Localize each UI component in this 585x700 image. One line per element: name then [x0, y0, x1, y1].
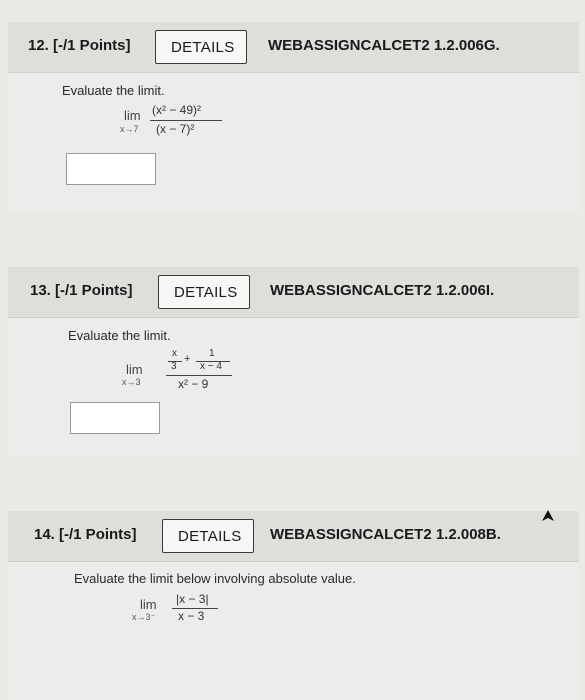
fraction-bar	[150, 120, 222, 121]
answer-input[interactable]	[70, 402, 160, 434]
inner-denominator-right: x − 4	[200, 361, 222, 372]
question-prompt: Evaluate the limit below involving absol…	[74, 571, 356, 586]
lim-label: lim	[140, 597, 157, 612]
inner-denominator-left: 3	[171, 361, 177, 372]
question-number: 12. [-/1 Points]	[28, 37, 131, 54]
question-body: Evaluate the limit. lim x→7 (x² − 49)² (…	[8, 73, 579, 212]
inner-numerator-left: x	[172, 348, 177, 359]
answer-input[interactable]	[66, 153, 156, 185]
question-number: 13. [-/1 Points]	[30, 282, 133, 299]
limit-expression: lim x→7 (x² − 49)² (x − 7)²	[118, 103, 238, 145]
lim-label: lim	[126, 362, 143, 377]
question-header: 13. [-/1 Points] DETAILS WEBASSIGNCALCET…	[8, 267, 579, 318]
fraction-denominator: x − 3	[178, 609, 205, 623]
question-prompt: Evaluate the limit.	[68, 328, 171, 343]
fraction-numerator: |x − 3|	[176, 592, 209, 606]
question-body: Evaluate the limit below involving absol…	[8, 562, 579, 700]
plus-sign: +	[184, 353, 191, 365]
inner-numerator-right: 1	[209, 348, 215, 359]
question-header: 14. [-/1 Points] DETAILS WEBASSIGNCALCET…	[8, 511, 579, 562]
question-code: WEBASSIGNCALCET2 1.2.006I.	[270, 282, 495, 299]
fraction-numerator: (x² − 49)²	[152, 103, 202, 117]
question-12: 12. [-/1 Points] DETAILS WEBASSIGNCALCET…	[8, 22, 579, 212]
mouse-cursor-icon	[542, 510, 554, 521]
fraction-denominator: (x − 7)²	[156, 122, 195, 136]
details-button[interactable]: DETAILS	[158, 275, 250, 309]
question-number: 14. [-/1 Points]	[34, 526, 137, 543]
details-button[interactable]: DETAILS	[155, 30, 247, 64]
lim-label: lim	[124, 108, 141, 123]
question-13: 13. [-/1 Points] DETAILS WEBASSIGNCALCET…	[8, 267, 579, 457]
limit-expression: lim x→3⁻ |x − 3| x − 3	[126, 592, 246, 632]
lim-subscript: x→3	[122, 377, 141, 387]
question-body: Evaluate the limit. lim x→3 x 3 + 1 x − …	[8, 318, 579, 457]
question-prompt: Evaluate the limit.	[62, 83, 165, 98]
question-code: WEBASSIGNCALCET2 1.2.006G.	[268, 37, 500, 54]
lim-subscript: x→7	[120, 124, 139, 134]
limit-expression: lim x→3 x 3 + 1 x − 4 x² − 9	[120, 348, 250, 395]
question-header: 12. [-/1 Points] DETAILS WEBASSIGNCALCET…	[8, 22, 579, 73]
fraction-denominator: x² − 9	[178, 377, 209, 391]
question-14: 14. [-/1 Points] DETAILS WEBASSIGNCALCET…	[8, 511, 579, 700]
question-code: WEBASSIGNCALCET2 1.2.008B.	[270, 526, 501, 543]
fraction-bar	[166, 375, 232, 376]
lim-subscript: x→3⁻	[132, 612, 156, 622]
details-button[interactable]: DETAILS	[162, 519, 254, 553]
